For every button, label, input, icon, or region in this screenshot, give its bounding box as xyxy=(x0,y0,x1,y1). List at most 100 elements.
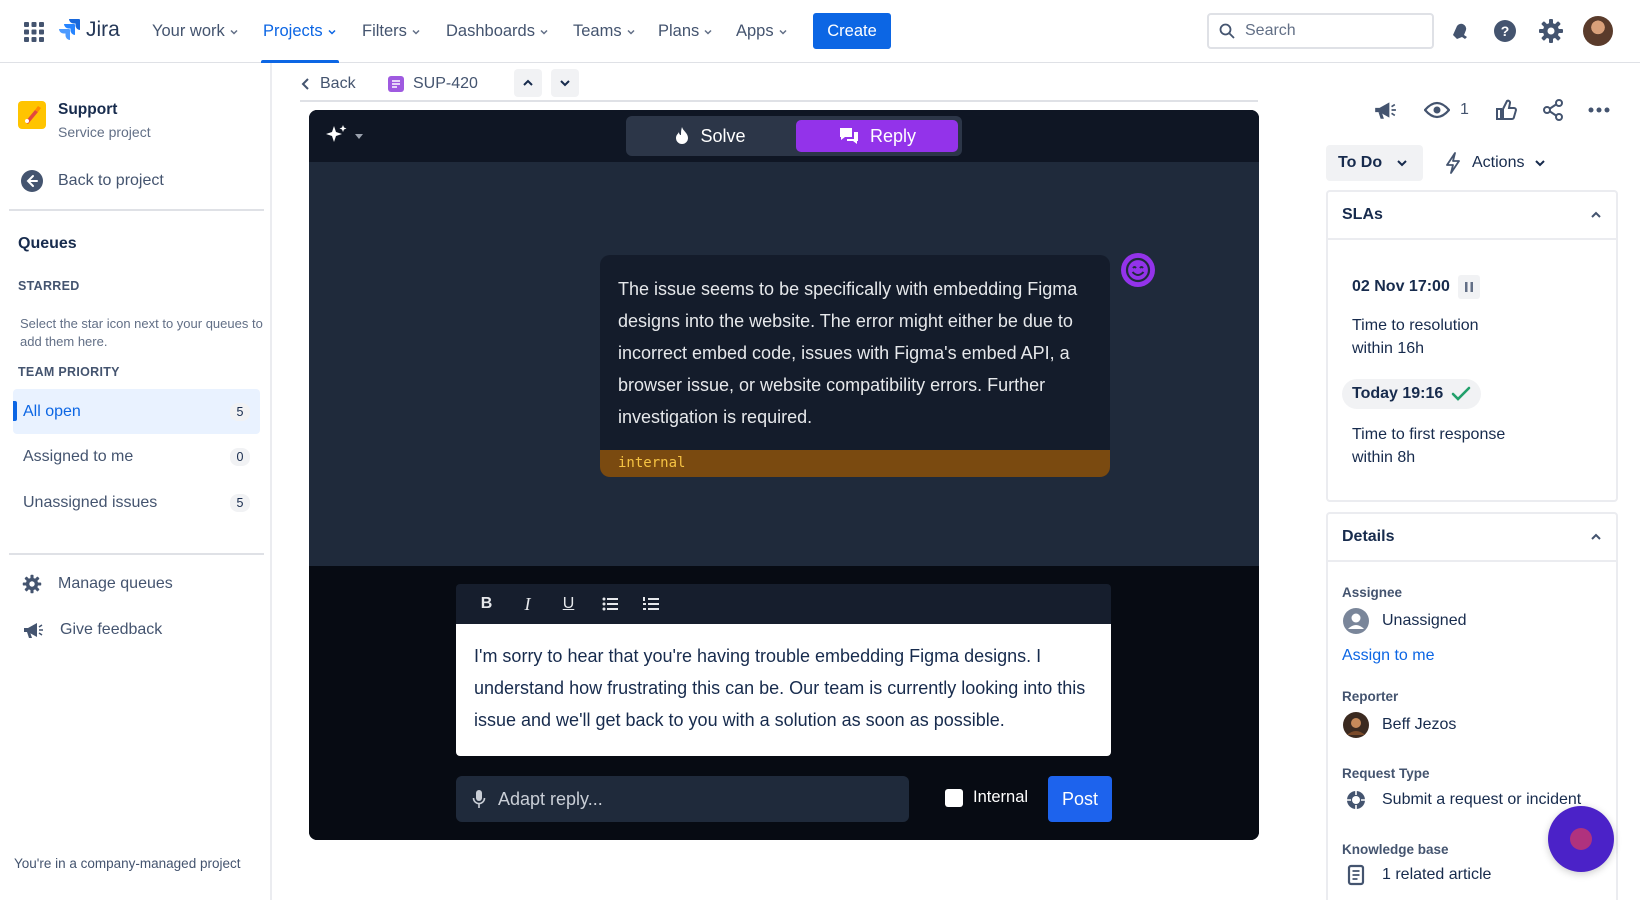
numbered-list-button[interactable] xyxy=(630,588,671,620)
project-sidebar: Support Service project Back to project … xyxy=(0,63,272,900)
reporter-field[interactable]: Beff Jezos xyxy=(1342,711,1456,739)
chevron-down-icon xyxy=(412,29,420,35)
sla-within: within 16h xyxy=(1352,340,1425,357)
assistant-avatar-icon xyxy=(1120,252,1156,288)
panel-header: Solve Reply xyxy=(309,110,1259,162)
back-button[interactable]: Back xyxy=(300,70,356,98)
feedback-megaphone-icon[interactable] xyxy=(1373,97,1397,123)
sla-date-badge: Today 19:16 xyxy=(1342,379,1482,409)
back-to-project-label: Back to project xyxy=(58,172,164,189)
request-type-field[interactable]: Submit a request or incident xyxy=(1342,789,1581,811)
project-header[interactable]: Support Service project xyxy=(18,101,151,140)
nav-plans[interactable]: Plans xyxy=(658,0,713,63)
manage-queues-link[interactable]: Manage queues xyxy=(22,574,173,594)
slas-header[interactable]: SLAs xyxy=(1328,192,1616,240)
adapt-reply-input[interactable]: Adapt reply... xyxy=(456,776,909,822)
reporter-label: Reporter xyxy=(1342,689,1399,704)
help-icon[interactable]: ? xyxy=(1492,18,1518,44)
project-avatar-icon xyxy=(18,101,46,129)
watch-button[interactable]: 1 xyxy=(1424,97,1469,123)
reply-text-area[interactable]: I'm sorry to hear that you're having tro… xyxy=(456,624,1111,756)
back-label: Back xyxy=(320,75,356,92)
ai-message-bubble: The issue seems to be specifically with … xyxy=(600,255,1110,477)
more-options-icon[interactable] xyxy=(1588,97,1610,123)
pause-icon xyxy=(1457,275,1480,299)
assignee-field[interactable]: Unassigned xyxy=(1342,607,1467,635)
back-to-project-link[interactable]: Back to project xyxy=(20,169,164,193)
sla-date: Today 19:16 xyxy=(1352,385,1444,402)
queue-label: All open xyxy=(23,402,81,420)
queue-label: Unassigned issues xyxy=(23,493,158,511)
queue-all-open[interactable]: All open 5 xyxy=(13,389,260,434)
nav-label: Dashboards xyxy=(446,22,535,40)
manage-queues-label: Manage queues xyxy=(58,575,173,592)
queue-unassigned-issues[interactable]: Unassigned issues 5 xyxy=(13,480,260,525)
internal-checkbox[interactable]: Internal xyxy=(945,788,1028,807)
knowledge-base-field[interactable]: 1 related article xyxy=(1342,864,1491,886)
request-type-icon xyxy=(1347,791,1365,809)
article-icon xyxy=(1347,864,1365,886)
assign-to-me-link[interactable]: Assign to me xyxy=(1342,647,1434,665)
checkmark-icon xyxy=(1451,386,1471,401)
next-issue-button[interactable] xyxy=(551,69,579,97)
message-visibility-tag: internal xyxy=(600,450,1110,477)
checkbox-box[interactable] xyxy=(945,788,963,807)
starred-label: STARRED xyxy=(18,279,80,293)
assistant-fab-button[interactable] xyxy=(1548,806,1614,872)
nav-label: Apps xyxy=(736,22,774,40)
italic-button[interactable]: I xyxy=(507,588,548,620)
give-feedback-label: Give feedback xyxy=(60,621,163,638)
underline-button[interactable]: U xyxy=(548,588,589,620)
give-feedback-link[interactable]: Give feedback xyxy=(22,619,162,641)
ai-message-text: The issue seems to be specifically with … xyxy=(618,279,1078,427)
svg-text:?: ? xyxy=(1501,23,1510,39)
search-input[interactable]: Search xyxy=(1207,13,1434,49)
create-button[interactable]: Create xyxy=(813,13,891,49)
sla-item-resolution: Time to resolution within 16h xyxy=(1352,314,1479,360)
vote-thumbs-up-icon[interactable] xyxy=(1495,97,1517,123)
issue-key-link[interactable]: SUP-420 xyxy=(387,70,478,98)
notifications-icon[interactable] xyxy=(1447,18,1473,44)
actions-label: Actions xyxy=(1472,154,1525,171)
issue-type-icon xyxy=(388,76,404,92)
nav-filters[interactable]: Filters xyxy=(362,0,421,63)
nav-projects[interactable]: Projects xyxy=(261,0,339,63)
chevron-down-icon xyxy=(540,29,548,35)
nav-apps[interactable]: Apps xyxy=(736,0,788,63)
bullet-list-button[interactable] xyxy=(589,588,630,620)
app-switcher-icon[interactable] xyxy=(22,20,46,44)
nav-your-work[interactable]: Your work xyxy=(152,0,239,63)
assignee-value: Unassigned xyxy=(1382,612,1467,629)
project-type-footer: You're in a company-managed project xyxy=(14,856,241,871)
search-placeholder: Search xyxy=(1245,22,1296,39)
chevron-down-icon xyxy=(779,29,787,35)
user-avatar[interactable] xyxy=(1583,16,1613,46)
jira-logo[interactable]: Jira xyxy=(58,18,120,42)
sla-label: Time to first response xyxy=(1352,426,1506,443)
nav-dashboards[interactable]: Dashboards xyxy=(446,0,549,63)
reply-label: Reply xyxy=(869,125,917,146)
details-header[interactable]: Details xyxy=(1328,514,1616,562)
nav-teams[interactable]: Teams xyxy=(573,0,636,63)
nav-label: Plans xyxy=(658,22,700,40)
previous-issue-button[interactable] xyxy=(514,69,542,97)
ai-menu-button[interactable] xyxy=(324,124,364,148)
post-button[interactable]: Post xyxy=(1048,776,1112,822)
solve-tab[interactable]: Solve xyxy=(630,120,790,152)
starred-description: Select the star icon next to your queues… xyxy=(20,316,263,349)
settings-gear-icon[interactable] xyxy=(1538,18,1564,44)
search-icon xyxy=(1219,23,1235,39)
request-type-value: Submit a request or incident xyxy=(1382,791,1582,808)
microphone-icon xyxy=(472,790,486,808)
eye-icon xyxy=(1424,101,1450,119)
reporter-avatar xyxy=(1343,712,1369,738)
queue-assigned-to-me[interactable]: Assigned to me 0 xyxy=(13,434,260,479)
arrow-left-circle-icon xyxy=(21,170,43,192)
bold-button[interactable]: B xyxy=(466,588,507,620)
share-icon[interactable] xyxy=(1542,97,1564,123)
actions-dropdown[interactable]: Actions xyxy=(1444,145,1546,181)
status-dropdown[interactable]: To Do xyxy=(1326,145,1423,181)
breadcrumb-divider xyxy=(300,100,1258,102)
flame-icon xyxy=(676,127,689,144)
reply-tab[interactable]: Reply xyxy=(796,120,958,152)
